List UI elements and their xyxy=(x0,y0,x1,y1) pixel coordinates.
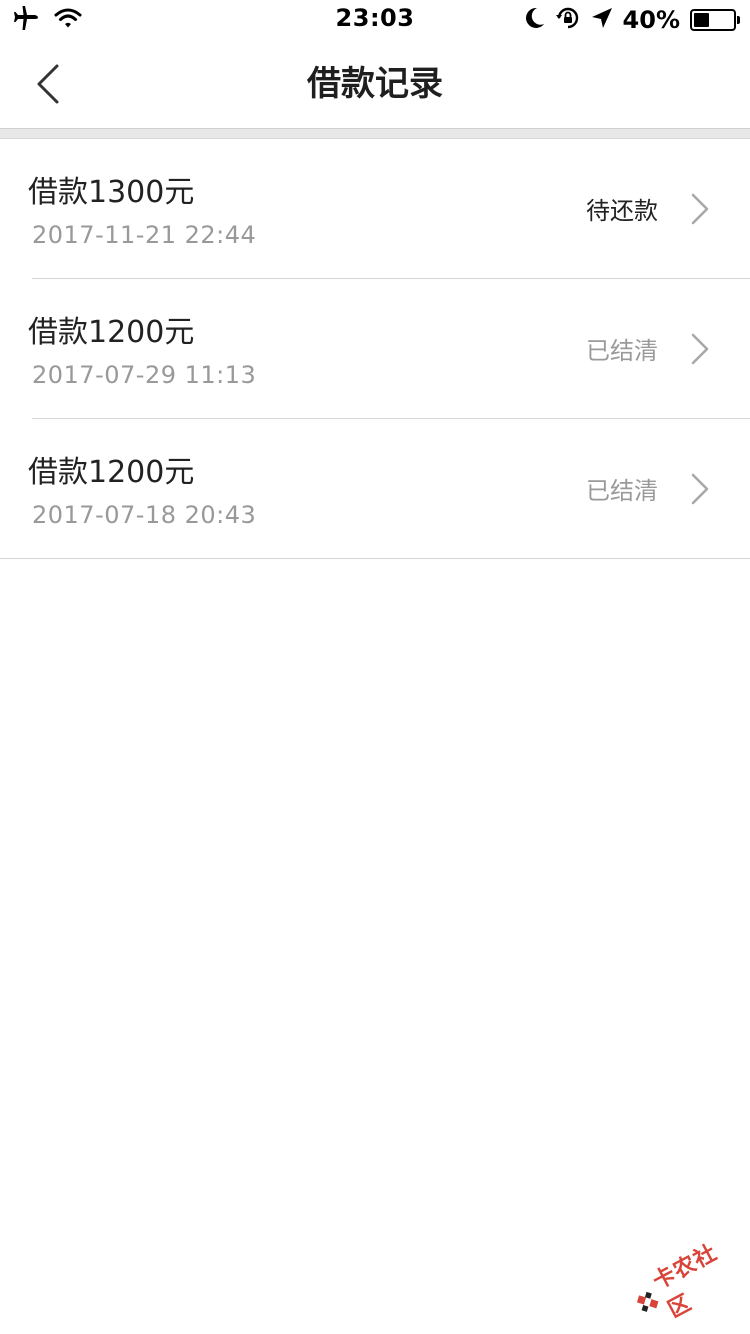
battery-percent: 40% xyxy=(622,6,680,34)
nav-bar: 借款记录 xyxy=(0,40,750,128)
loan-status: 已结清 xyxy=(586,477,658,505)
section-divider xyxy=(0,128,750,139)
battery-icon xyxy=(690,9,740,31)
loan-row[interactable]: 借款1200元 2017-07-18 20:43 已结清 xyxy=(0,419,750,559)
chevron-right-icon xyxy=(691,193,709,225)
battery-fill xyxy=(694,13,710,27)
watermark: 卡农社区 xyxy=(624,1230,749,1334)
moon-icon xyxy=(525,7,545,33)
chevron-right-icon xyxy=(691,333,709,365)
status-right: 40% xyxy=(525,6,740,34)
back-button[interactable] xyxy=(20,56,76,112)
loan-status: 已结清 xyxy=(586,337,658,365)
loan-row[interactable]: 借款1300元 2017-11-21 22:44 待还款 xyxy=(0,139,750,279)
loan-row[interactable]: 借款1200元 2017-07-29 11:13 已结清 xyxy=(0,279,750,419)
page-title: 借款记录 xyxy=(307,64,443,104)
row-divider xyxy=(0,558,750,559)
chevron-right-icon xyxy=(691,473,709,505)
location-arrow-icon xyxy=(591,7,613,33)
loan-date: 2017-07-29 11:13 xyxy=(32,361,257,389)
status-bar: 23:03 40% xyxy=(0,0,750,40)
loan-title: 借款1200元 xyxy=(28,315,195,350)
loan-list: 借款1300元 2017-11-21 22:44 待还款 借款1200元 201… xyxy=(0,139,750,559)
loan-date: 2017-07-18 20:43 xyxy=(32,501,257,529)
loan-title: 借款1300元 xyxy=(28,175,195,210)
rotation-lock-icon xyxy=(555,6,581,34)
loan-title: 借款1200元 xyxy=(28,455,195,490)
chevron-left-icon xyxy=(37,64,59,104)
loan-status: 待还款 xyxy=(586,197,658,225)
loan-date: 2017-11-21 22:44 xyxy=(32,221,257,249)
